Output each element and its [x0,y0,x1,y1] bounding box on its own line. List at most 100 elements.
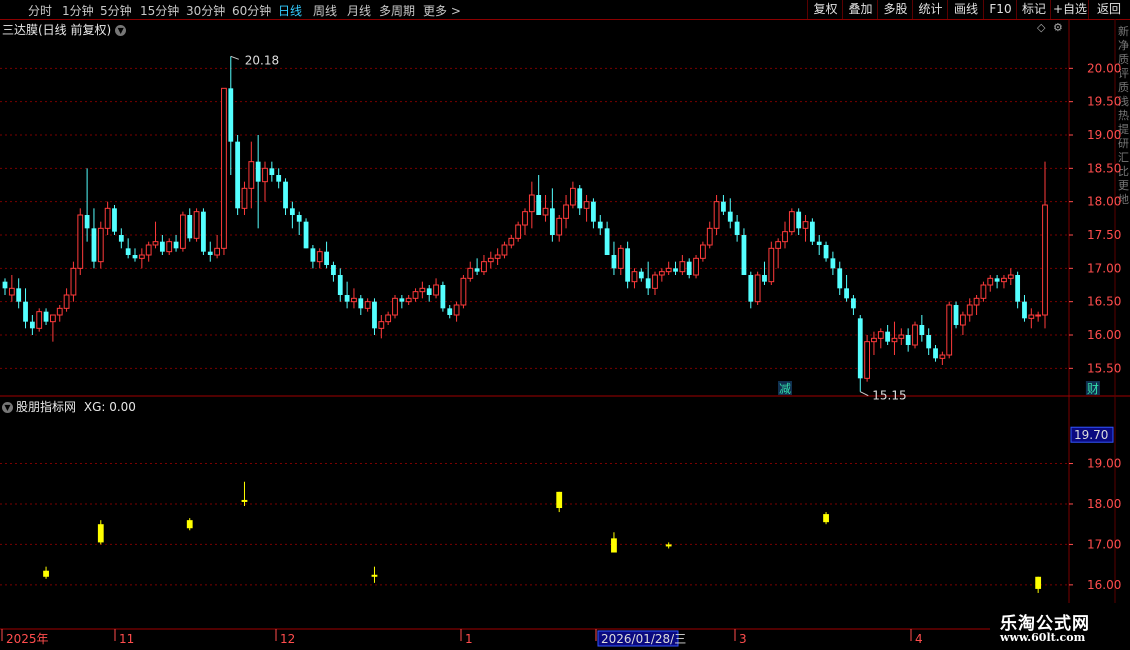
indicator-y-tick-label: 19.00 [1087,457,1121,471]
candle-body-up [898,334,905,339]
candle-body-down [597,221,603,229]
candle-body-up [1001,277,1007,283]
signal-candle-body [556,491,563,509]
candle-body-down [577,188,583,209]
candle-body-up [145,244,152,256]
candle-body-down [604,228,610,255]
candle-body-up [248,161,255,189]
candle-body-up [966,304,973,316]
candle-body-down [201,211,206,252]
candle-body-down [23,301,28,322]
candle-body-up [316,251,323,263]
candle-body-up [679,261,686,273]
candle-body-down [885,331,891,342]
y-tick-label: 17.00 [1087,261,1121,275]
candle-body-up [583,201,590,209]
candle-body-down [549,208,555,235]
candle-body-down [159,241,165,252]
candle-body-down [283,181,288,209]
sidebar-char: 净 [1118,38,1129,52]
candle-body-up [364,301,371,309]
candle-body-up [508,237,515,246]
candle-body-up [788,211,795,233]
date-label: 2025年 [6,632,49,646]
candle-body-up [802,221,809,229]
candle-body-down [734,221,740,235]
candle-body-up [8,287,15,296]
candle-body-down [344,295,350,302]
candle-body-up [1007,274,1014,279]
candle-body-down [2,281,8,289]
candle-body-up [987,277,994,286]
candle-body-up [138,254,145,259]
indicator-y-tick-label: 16.00 [1087,578,1121,592]
event-marker-label: 财 [1087,382,1099,396]
signal-candle-body [1035,576,1042,589]
candle-body-up [1035,314,1042,317]
candle-body-up [891,337,898,343]
y-tick-label: 19.00 [1087,128,1121,142]
candle-body-down [926,335,932,349]
candle-body-up [214,247,220,256]
candle-body-down [91,228,97,262]
candle-body-down [132,255,138,259]
candle-body-up [1042,204,1048,316]
candle-body-down [331,265,336,275]
candle-body-up [481,261,487,273]
sidebar-char: 更 [1118,179,1129,192]
candle-body-up [542,207,549,216]
candle-body-up [570,187,576,206]
candle-body-up [351,297,357,303]
candle-body-up [70,267,77,296]
candle-body-down [84,215,90,229]
candle-body-down [638,271,644,279]
candle-body-up [652,274,658,289]
candle-body-down [440,285,446,309]
y-tick-label: 16.50 [1087,295,1121,309]
kline-chart-canvas[interactable]: 新净质评质浅热提研汇比更地15.5016.0016.5017.0017.5018… [0,0,1130,650]
indicator-y-tick-label: 17.00 [1087,537,1121,551]
candle-body-up [563,204,569,219]
candle-body-up [980,284,987,299]
candle-body-up [693,257,699,276]
candle-body-down [118,235,124,242]
candle-body-up [241,187,248,209]
date-label: 11 [119,632,134,646]
candle-body-up [556,217,563,236]
candle-body-down [741,235,747,275]
candle-body-down [474,268,480,272]
candle-body-up [768,247,775,283]
candle-body-up [392,297,398,316]
signal-candle-body [665,544,672,547]
candle-body-up [501,244,508,256]
y-tick-label: 16.00 [1087,328,1121,342]
high-price-label: 20.18 [245,53,279,67]
event-marker-label: 减 [779,382,791,396]
candle-body-up [864,341,870,379]
candle-body-up [700,244,706,259]
candle-body-down [310,248,316,262]
candle-body-up [385,314,392,323]
signal-candle-body [611,538,617,553]
candle-body-down [919,325,925,335]
candle-body-up [166,241,173,253]
candle-body-down [303,221,309,249]
signal-candle-body [823,514,829,523]
signal-candle-body [371,574,378,577]
candle-body-down [905,335,911,345]
candle-body-up [713,201,720,229]
date-label: 3 [739,632,747,646]
candle-body-down [426,288,432,295]
candle-body-down [823,245,829,259]
candle-body-up [515,224,522,239]
candle-body-down [112,208,117,232]
candle-body-down [29,321,35,329]
candle-body-down [830,258,836,269]
candle-body-up [152,241,159,246]
candle-body-down [994,278,1000,282]
date-label: 4 [915,632,923,646]
candle-body-up [63,294,70,309]
candle-body-up [419,287,426,293]
y-tick-label: 20.00 [1087,61,1121,75]
candle-body-down [296,215,302,222]
